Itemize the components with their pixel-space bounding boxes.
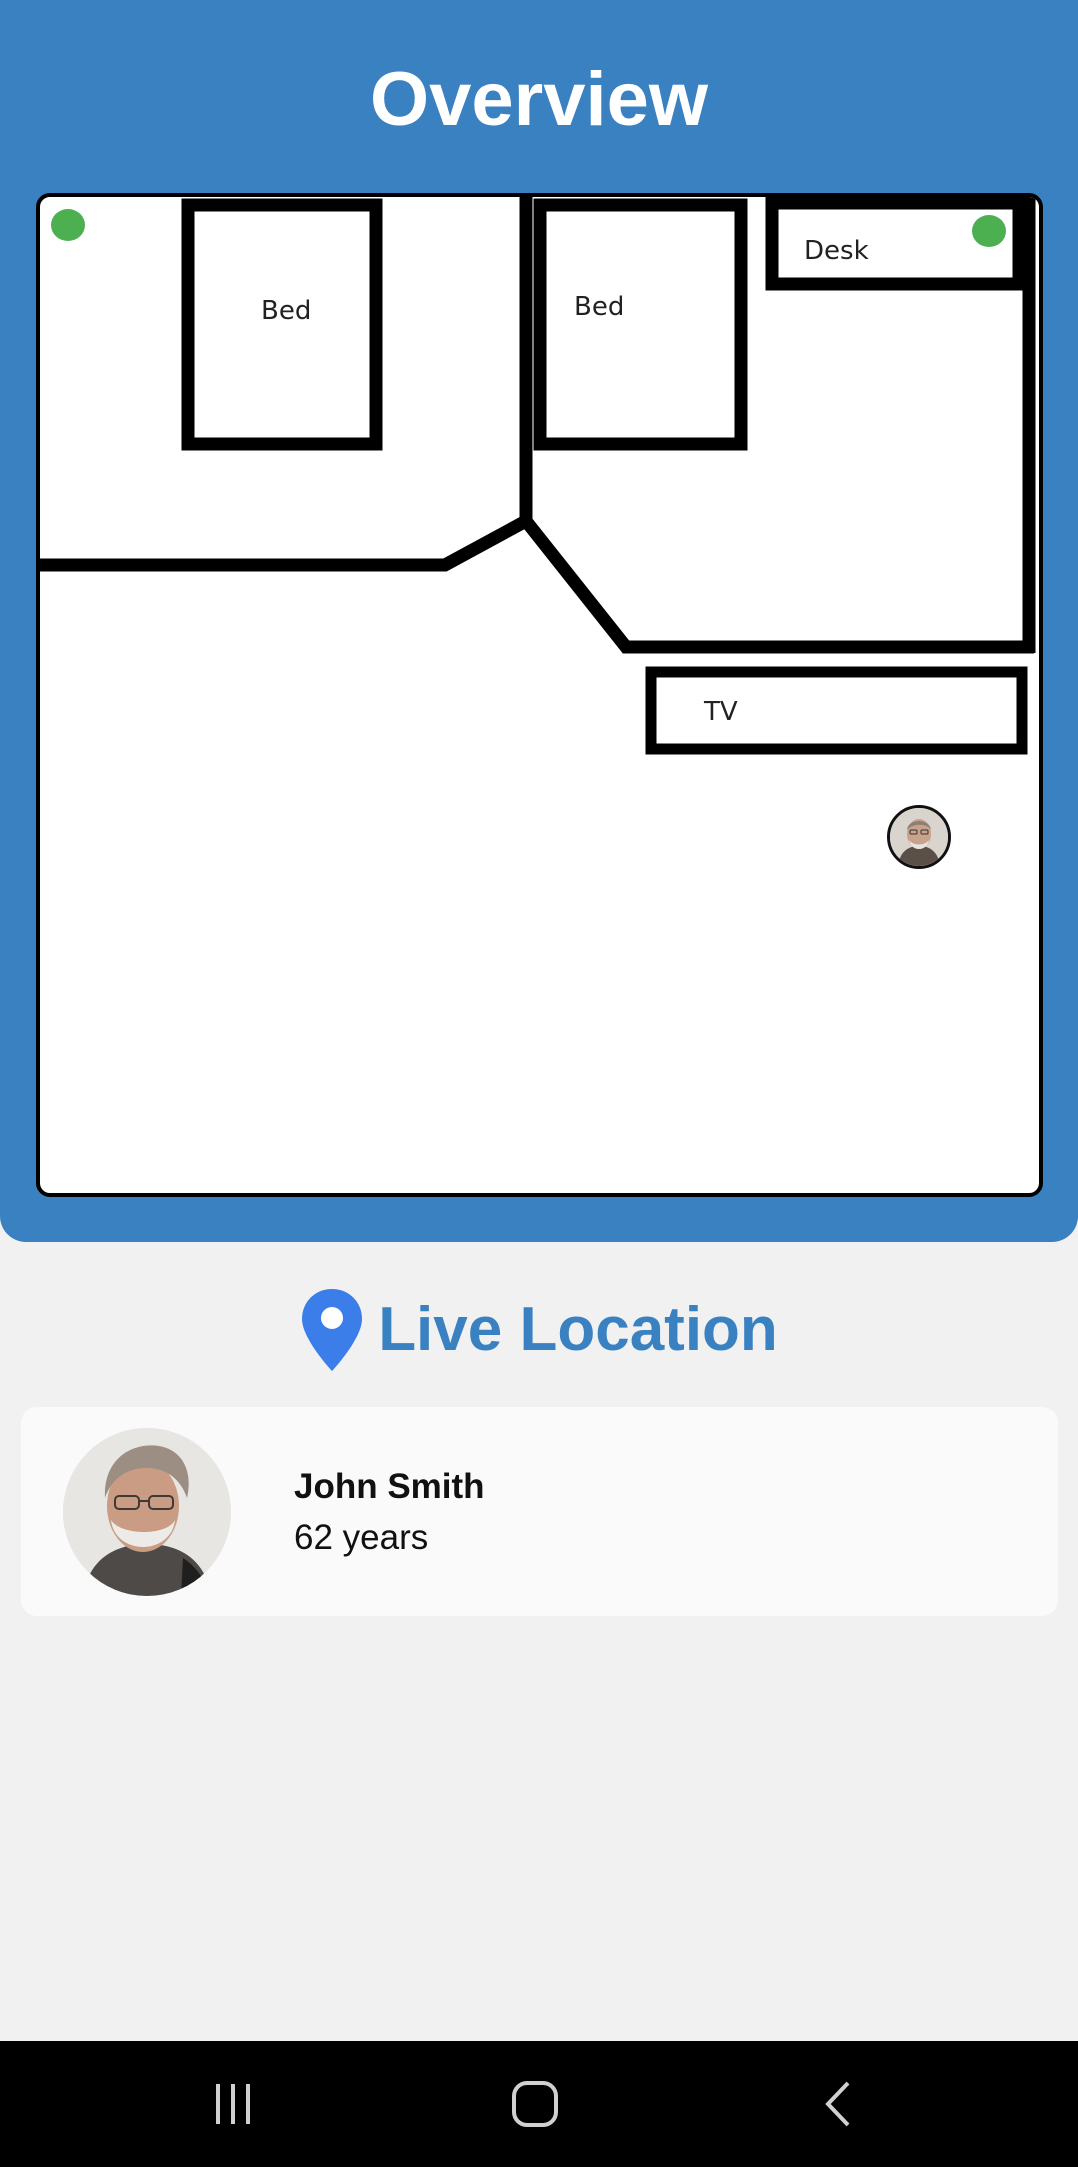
- live-location-heading: Live Location: [0, 1285, 1078, 1375]
- wall-divider-right: [520, 516, 1034, 654]
- wall-divider-left: [40, 197, 533, 572]
- recent-apps-icon: [216, 2084, 250, 2124]
- desk-label: Desk: [804, 236, 869, 266]
- sensor-dot-desk[interactable]: [972, 215, 1006, 247]
- page-title: Overview: [370, 57, 708, 142]
- bed-label-1: Bed: [261, 296, 311, 326]
- floor-plan-map[interactable]: Bed Bed Desk TV: [36, 193, 1043, 1197]
- live-location-title: Live Location: [378, 1295, 778, 1364]
- home-icon: [512, 2081, 558, 2127]
- app-screen: Overview Bed Bed Desk TV Live Location J…: [0, 0, 1078, 2167]
- resident-profile-card[interactable]: John Smith 62 years: [21, 1407, 1058, 1616]
- bed-outline-2: [533, 198, 748, 451]
- floor-plan-drawing: Bed Bed Desk TV: [40, 197, 1036, 755]
- system-navigation-bar: [0, 2041, 1078, 2167]
- resident-age: 62 years: [294, 1518, 429, 1557]
- profile-avatar: [63, 1428, 231, 1596]
- person-avatar-icon: [63, 1428, 231, 1596]
- overview-panel: Overview Bed Bed Desk TV: [0, 0, 1078, 1242]
- resident-name: John Smith: [294, 1467, 485, 1506]
- back-button[interactable]: [805, 2071, 871, 2137]
- resident-location-marker[interactable]: [887, 805, 951, 869]
- location-pin-icon: [302, 1289, 363, 1371]
- back-icon: [825, 2081, 850, 2127]
- bed-label-2: Bed: [574, 292, 624, 322]
- home-button[interactable]: [502, 2071, 568, 2137]
- tv-label: TV: [703, 697, 738, 727]
- person-avatar-icon: [890, 808, 948, 866]
- recent-apps-button[interactable]: [200, 2071, 266, 2137]
- sensor-dot-left[interactable]: [51, 209, 85, 241]
